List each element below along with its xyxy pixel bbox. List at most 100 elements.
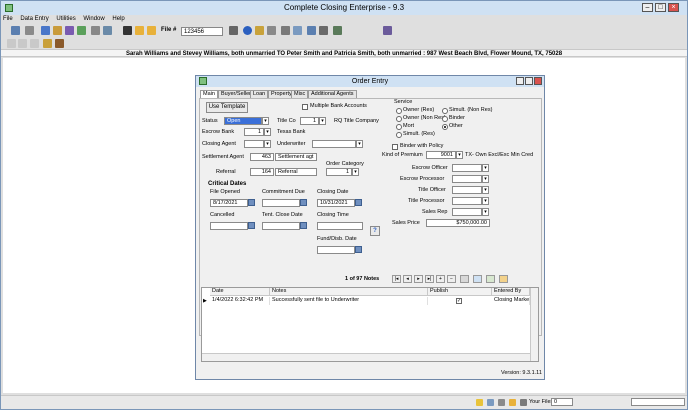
title-officer-dropdown-icon[interactable]: ▾ xyxy=(482,186,489,194)
settlement-agent-input[interactable]: 463 xyxy=(250,153,274,161)
title-processor-dropdown-icon[interactable]: ▾ xyxy=(482,197,489,205)
calendar-icon[interactable] xyxy=(300,222,307,229)
lightbulb-icon[interactable] xyxy=(476,399,483,406)
escrow-bank-dropdown-icon[interactable]: ▾ xyxy=(264,128,271,136)
horizontal-scrollbar[interactable] xyxy=(202,353,530,361)
sales-price-input[interactable]: $750,000.00 xyxy=(426,219,490,227)
vertical-scrollbar[interactable] xyxy=(530,288,538,361)
hud-icon[interactable] xyxy=(7,39,16,48)
service-owner-nonres-radio[interactable] xyxy=(396,116,402,122)
service-binder-radio[interactable] xyxy=(442,116,448,122)
tab-main[interactable]: Main xyxy=(200,90,218,98)
image-icon[interactable] xyxy=(333,26,342,35)
service-simult-nonres-radio[interactable] xyxy=(442,108,448,114)
first-note-icon[interactable]: |◂ xyxy=(392,275,401,283)
order-category-input[interactable]: 1 xyxy=(326,168,352,176)
kind-premium-dropdown-icon[interactable]: ▾ xyxy=(456,151,463,159)
menu-utilities[interactable]: Utilities xyxy=(56,16,75,22)
escrow-processor-input[interactable] xyxy=(452,175,482,183)
publish-checkbox[interactable]: ✓ xyxy=(456,298,462,304)
calendar-icon[interactable] xyxy=(248,199,255,206)
tab-additional-agents[interactable]: Additional Agents xyxy=(308,90,357,98)
refresh-icon[interactable] xyxy=(135,26,144,35)
stamp-icon[interactable] xyxy=(43,39,52,48)
cd-icon[interactable] xyxy=(30,39,39,48)
document-icon[interactable] xyxy=(65,26,74,35)
warning-icon[interactable] xyxy=(509,399,516,406)
file-opened-input[interactable]: 8/17/2021 xyxy=(210,199,248,207)
referral-input[interactable]: 164 xyxy=(250,168,274,176)
menu-data-entry[interactable]: Data Entry xyxy=(20,16,48,22)
escrow-officer-dropdown-icon[interactable]: ▾ xyxy=(482,164,489,172)
underwriter-dropdown-icon[interactable]: ▾ xyxy=(356,140,363,148)
sales-rep-dropdown-icon[interactable]: ▾ xyxy=(482,208,489,216)
service-mort-radio[interactable] xyxy=(396,124,402,130)
folder-icon[interactable] xyxy=(53,26,62,35)
copy-icon[interactable] xyxy=(103,26,112,35)
maximize-button[interactable]: □ xyxy=(655,3,666,12)
grid-header-entered-by[interactable]: Entered By xyxy=(492,288,530,296)
magnifier-icon[interactable] xyxy=(293,26,302,35)
fund-date-input[interactable] xyxy=(317,246,355,254)
grid-header-publish[interactable]: Publish xyxy=(428,288,492,296)
title-officer-input[interactable] xyxy=(452,186,482,194)
closing-date-input[interactable]: 10/31/2021 xyxy=(317,199,355,207)
service-other-radio[interactable] xyxy=(442,124,448,130)
kind-premium-input[interactable]: 9001 xyxy=(426,151,456,159)
dialog-close-button[interactable] xyxy=(534,77,542,85)
sales-rep-input[interactable] xyxy=(452,208,482,216)
minimize-button[interactable]: – xyxy=(642,3,653,12)
calendar-icon[interactable] xyxy=(300,199,307,206)
home-icon[interactable] xyxy=(11,26,20,35)
service-simult-res-radio[interactable] xyxy=(396,132,402,138)
grid-header-date[interactable]: Date xyxy=(210,288,270,296)
menu-help[interactable]: Help xyxy=(112,16,124,22)
binder-policy-checkbox[interactable] xyxy=(392,144,398,150)
status-dropdown-icon[interactable]: ▾ xyxy=(262,117,269,125)
order-category-dropdown-icon[interactable]: ▾ xyxy=(352,168,359,176)
tab-loan[interactable]: Loan xyxy=(250,90,269,98)
print-note-icon[interactable] xyxy=(460,275,469,283)
question-icon[interactable] xyxy=(487,399,494,406)
export-icon[interactable] xyxy=(77,26,86,35)
grid-header-notes[interactable]: Notes xyxy=(270,288,428,296)
add-note-icon[interactable]: + xyxy=(436,275,445,283)
tent-close-input[interactable] xyxy=(262,222,300,230)
seal-icon[interactable] xyxy=(55,39,64,48)
print-icon[interactable] xyxy=(25,26,34,35)
closing-agent-dropdown-icon[interactable]: ▾ xyxy=(264,140,271,148)
hud2-icon[interactable] xyxy=(18,39,27,48)
pen-icon[interactable] xyxy=(267,26,276,35)
dialog-minimize-button[interactable] xyxy=(516,77,524,85)
calendar-icon[interactable] xyxy=(355,199,362,206)
closing-agent-input[interactable] xyxy=(244,140,264,148)
attach-note-icon[interactable] xyxy=(486,275,495,283)
user-icon[interactable] xyxy=(383,26,392,35)
window-icon[interactable] xyxy=(307,26,316,35)
title-co-input[interactable]: 1 xyxy=(300,117,319,125)
menu-window[interactable]: Window xyxy=(83,16,104,22)
title-co-dropdown-icon[interactable]: ▾ xyxy=(319,117,326,125)
list-icon[interactable] xyxy=(319,26,328,35)
prev-note-icon[interactable]: ◂ xyxy=(403,275,412,283)
close-button[interactable]: × xyxy=(668,3,679,12)
calculator-icon[interactable] xyxy=(281,26,290,35)
escrow-processor-dropdown-icon[interactable]: ▾ xyxy=(482,175,489,183)
globe-icon[interactable] xyxy=(243,26,252,35)
table-row-date[interactable]: 1/4/2022 6:32:42 PM xyxy=(210,297,270,305)
tab-misc[interactable]: Misc xyxy=(291,90,309,98)
binoculars-icon[interactable] xyxy=(123,26,132,35)
tab-buyer-seller[interactable]: Buyer/Seller xyxy=(218,90,254,98)
table-row-entered-by[interactable]: Closing Market xyxy=(492,297,530,305)
person-icon[interactable] xyxy=(255,26,264,35)
commitment-due-input[interactable] xyxy=(262,199,300,207)
multiple-bank-checkbox[interactable] xyxy=(302,104,308,110)
escrow-bank-input[interactable]: 1 xyxy=(244,128,264,136)
folder-icon[interactable] xyxy=(520,399,527,406)
title-processor-input[interactable] xyxy=(452,197,482,205)
printer-icon[interactable] xyxy=(91,26,100,35)
delete-note-icon[interactable]: − xyxy=(447,275,456,283)
calendar-icon[interactable] xyxy=(355,246,362,253)
table-row-note[interactable]: Successfully sent file to Underwriter xyxy=(270,297,428,305)
status-select[interactable]: Open xyxy=(224,117,262,125)
